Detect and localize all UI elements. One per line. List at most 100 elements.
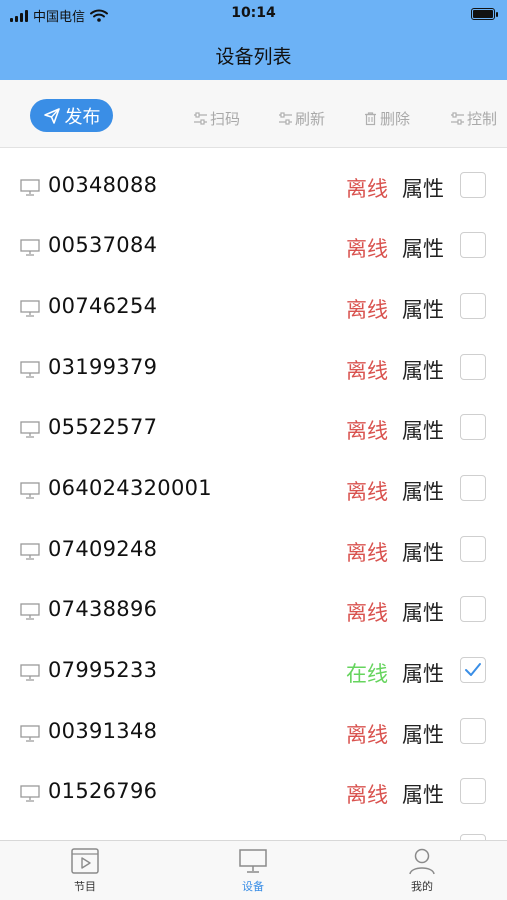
device-id: 00348088 [48,173,158,197]
device-id: 05522577 [48,415,158,439]
device-id: 07995233 [48,658,158,682]
device-status: 离线 [346,419,388,443]
device-id: 07438896 [48,597,158,621]
control-label: 控制 [467,110,498,128]
property-link[interactable]: 属性 [402,355,444,385]
checkmark-icon [465,663,481,676]
monitor-icon [239,849,267,873]
device-checkbox[interactable] [460,718,486,744]
clock: 10:14 [231,5,276,21]
device-row[interactable]: 00746254 离线 属性 [0,274,507,335]
device-row[interactable]: 03199379 离线 属性 [0,335,507,396]
device-id: 00537084 [48,233,158,257]
property-link[interactable]: 属性 [402,658,444,688]
delete-button[interactable]: 删除 [363,108,410,129]
nav-bar: 设备列表 [0,30,507,80]
property-link[interactable]: 属性 [402,294,444,324]
tab-devices[interactable]: 设备 [203,847,303,894]
sliders-icon [279,112,292,125]
device-row[interactable]: 00348088 离线 属性 [0,153,507,214]
device-checkbox[interactable] [460,232,486,258]
sliders-icon [194,112,207,125]
device-list: 00348088 离线 属性 00537084 离线 属性 00746254 离… [0,148,507,840]
device-status: 在线 [346,662,388,686]
device-id: 00391348 [48,719,158,743]
device-status: 离线 [346,177,388,201]
property-link[interactable]: 属性 [402,173,444,203]
publish-button[interactable]: 发布 [30,99,113,132]
device-id: 00746254 [48,294,158,318]
refresh-label: 刷新 [295,110,326,128]
device-checkbox[interactable] [460,778,486,804]
monitor-icon [20,179,40,196]
scan-button[interactable]: 扫码 [193,108,240,129]
monitor-icon [20,421,40,438]
property-link[interactable]: 属性 [402,719,444,749]
property-link[interactable]: 属性 [402,476,444,506]
device-checkbox[interactable] [460,354,486,380]
device-status: 离线 [346,359,388,383]
tab-mine-label: 我的 [411,880,433,893]
monitor-icon [20,603,40,620]
app-screen: 中国电信 10:14 设备列表 发布 扫码 刷新 删除 控制 00348088 … [0,0,507,900]
tab-programs-label: 节目 [74,880,96,893]
device-row[interactable]: 05522577 离线 属性 [0,395,507,456]
monitor-icon [20,664,40,681]
device-status: 离线 [346,601,388,625]
monitor-icon [20,300,40,317]
tab-programs[interactable]: 节目 [35,847,135,894]
device-row[interactable]: 00391348 离线 属性 [0,699,507,760]
device-status: 离线 [346,237,388,261]
property-link[interactable]: 属性 [402,597,444,627]
tab-bar: 节目 设备 我的 [0,840,507,900]
device-checkbox[interactable] [460,293,486,319]
trash-icon [365,112,376,126]
property-link[interactable]: 属性 [402,233,444,263]
tab-mine[interactable]: 我的 [372,847,472,894]
device-checkbox[interactable] [460,596,486,622]
device-row[interactable]: 00537084 离线 属性 [0,213,507,274]
device-status: 离线 [346,541,388,565]
device-row[interactable]: 07409248 离线 属性 [0,517,507,578]
page-title: 设备列表 [215,46,292,68]
device-id: 03199379 [48,355,158,379]
delete-label: 删除 [380,110,411,128]
device-id: 01526796 [48,779,158,803]
device-status: 离线 [346,783,388,807]
sliders-icon [451,112,464,125]
monitor-icon [20,361,40,378]
device-row[interactable]: 07438896 离线 属性 [0,577,507,638]
person-icon [409,848,435,875]
play-screen-icon [71,848,99,874]
tab-devices-label: 设备 [242,880,264,893]
monitor-icon [20,785,40,802]
device-row[interactable]: 07995233 在线 属性 [0,638,507,699]
monitor-icon [20,725,40,742]
monitor-icon [20,239,40,256]
device-row[interactable]: 064024320001 离线 属性 [0,456,507,517]
property-link[interactable]: 属性 [402,415,444,445]
device-status: 离线 [346,723,388,747]
toolbar: 发布 扫码 刷新 删除 控制 [0,80,507,148]
device-row[interactable]: 01526796 离线 属性 [0,759,507,820]
control-button[interactable]: 控制 [450,108,497,129]
send-icon [43,107,60,124]
device-status: 离线 [346,298,388,322]
device-checkbox[interactable] [460,475,486,501]
property-link[interactable]: 属性 [402,537,444,567]
device-id: 064024320001 [48,476,212,500]
device-checkbox[interactable] [460,414,486,440]
refresh-button[interactable]: 刷新 [278,108,325,129]
device-checkbox-checked[interactable] [460,657,486,683]
device-id: 07409248 [48,537,158,561]
scan-label: 扫码 [210,110,241,128]
publish-label: 发布 [64,106,101,128]
monitor-icon [20,543,40,560]
device-checkbox[interactable] [460,172,486,198]
device-status: 离线 [346,480,388,504]
monitor-icon [20,482,40,499]
status-bar: 中国电信 10:14 [0,0,507,30]
battery-icon [471,8,498,20]
device-checkbox[interactable] [460,536,486,562]
property-link[interactable]: 属性 [402,779,444,809]
